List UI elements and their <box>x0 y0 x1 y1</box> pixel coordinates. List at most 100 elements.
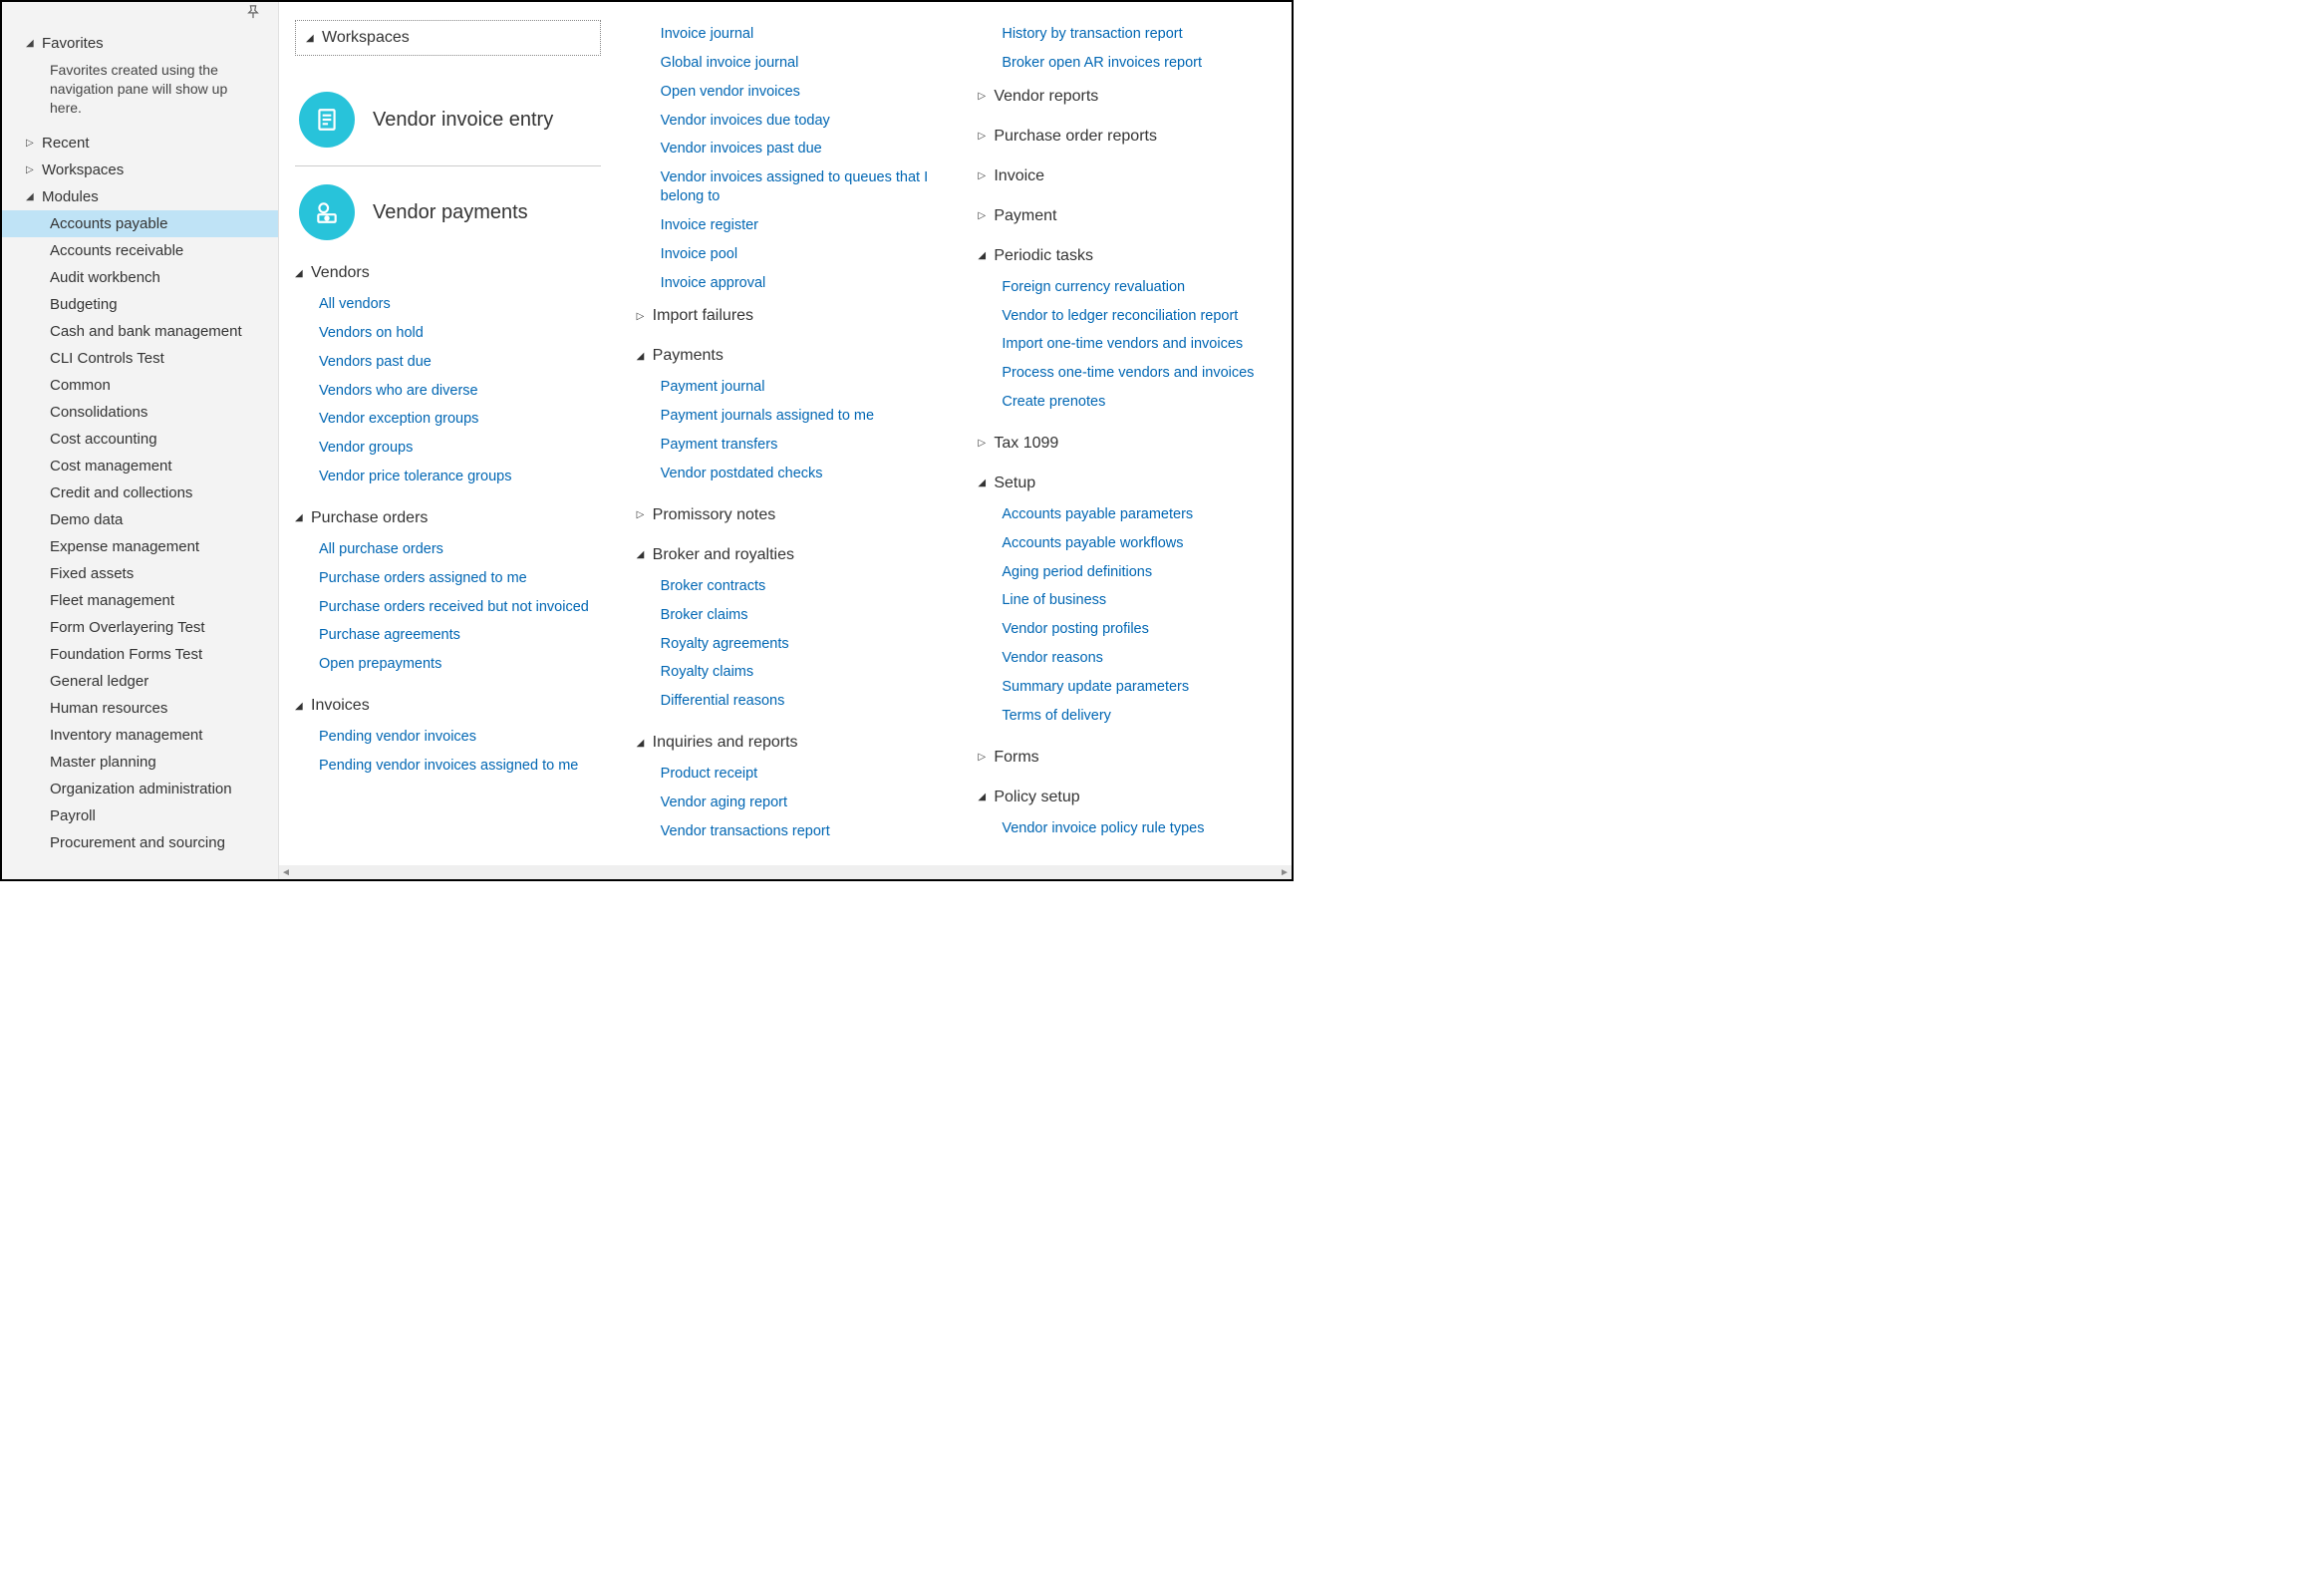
group-header[interactable]: ▷Promissory notes <box>637 502 943 528</box>
group-header[interactable]: ◢Broker and royalties <box>637 542 943 568</box>
nav-link[interactable]: Broker open AR invoices report <box>1002 49 1284 78</box>
nav-link[interactable]: Accounts payable workflows <box>1002 529 1284 558</box>
nav-link[interactable]: Invoice pool <box>661 240 943 269</box>
nav-link[interactable]: Vendor posting profiles <box>1002 615 1284 644</box>
nav-link[interactable]: Import one-time vendors and invoices <box>1002 330 1284 359</box>
nav-link[interactable]: Invoice journal <box>661 20 943 49</box>
navigation-pane[interactable]: ◢Favorites Favorites created using the n… <box>2 2 279 879</box>
group-header[interactable]: ▷Purchase order reports <box>978 124 1284 150</box>
nav-link[interactable]: Open vendor invoices <box>661 78 943 107</box>
nav-link[interactable]: Vendor reasons <box>1002 644 1284 673</box>
nav-link[interactable]: Create prenotes <box>1002 388 1284 417</box>
group-header[interactable]: ▷Invoice <box>978 163 1284 189</box>
nav-link[interactable]: Vendor groups <box>319 434 601 463</box>
module-item[interactable]: Master planning <box>2 749 278 776</box>
nav-link[interactable]: Royalty agreements <box>661 630 943 659</box>
nav-favorites[interactable]: ◢Favorites <box>2 30 278 57</box>
nav-link[interactable]: Accounts payable parameters <box>1002 500 1284 529</box>
module-item[interactable]: Human resources <box>2 695 278 722</box>
module-item[interactable]: Credit and collections <box>2 479 278 506</box>
nav-link[interactable]: Invoice register <box>661 211 943 240</box>
nav-workspaces[interactable]: ▷Workspaces <box>2 157 278 183</box>
group-header[interactable]: ▷Vendor reports <box>978 84 1284 110</box>
module-item[interactable]: Accounts payable <box>2 210 278 237</box>
scroll-left-button[interactable]: ◄ <box>279 865 293 879</box>
scroll-right-button[interactable]: ► <box>1278 865 1292 879</box>
nav-link[interactable]: Payment transfers <box>661 431 943 460</box>
nav-link[interactable]: Broker claims <box>661 601 943 630</box>
workspaces-header[interactable]: ◢Workspaces <box>306 25 590 51</box>
module-item[interactable]: Fleet management <box>2 587 278 614</box>
nav-link[interactable]: Vendor invoice policy rule types <box>1002 814 1284 843</box>
group-header[interactable]: ◢Payments <box>637 343 943 369</box>
nav-link[interactable]: Vendor invoices due today <box>661 107 943 136</box>
nav-link[interactable]: Summary update parameters <box>1002 673 1284 702</box>
nav-link[interactable]: Purchase orders assigned to me <box>319 564 601 593</box>
nav-link[interactable]: Vendor postdated checks <box>661 460 943 488</box>
nav-link[interactable]: Payment journal <box>661 373 943 402</box>
module-item[interactable]: Cash and bank management <box>2 318 278 345</box>
module-item[interactable]: Organization administration <box>2 776 278 802</box>
group-header[interactable]: ◢Inquiries and reports <box>637 730 943 756</box>
group-header[interactable]: ▷Tax 1099 <box>978 431 1284 457</box>
module-item[interactable]: Expense management <box>2 533 278 560</box>
module-item[interactable]: Inventory management <box>2 722 278 749</box>
module-item[interactable]: Common <box>2 372 278 399</box>
module-item[interactable]: Consolidations <box>2 399 278 426</box>
nav-link[interactable]: All vendors <box>319 290 601 319</box>
nav-link[interactable]: Purchase orders received but not invoice… <box>319 593 601 622</box>
nav-link[interactable]: Vendor to ledger reconciliation report <box>1002 302 1284 331</box>
group-header[interactable]: ▷Import failures <box>637 303 943 329</box>
group-header[interactable]: ◢Vendors <box>295 260 601 286</box>
group-header[interactable]: ◢Invoices <box>295 693 601 719</box>
nav-link[interactable]: Vendor price tolerance groups <box>319 463 601 491</box>
module-item[interactable]: Cost management <box>2 453 278 479</box>
nav-link[interactable]: Vendor invoices past due <box>661 135 943 163</box>
workspace-tile[interactable]: Vendor payments <box>295 170 601 254</box>
group-header[interactable]: ◢Setup <box>978 471 1284 496</box>
nav-link[interactable]: Terms of delivery <box>1002 702 1284 731</box>
nav-link[interactable]: Product receipt <box>661 760 943 789</box>
module-item[interactable]: CLI Controls Test <box>2 345 278 372</box>
module-item[interactable]: Cost accounting <box>2 426 278 453</box>
nav-link[interactable]: Vendor invoices assigned to queues that … <box>661 163 943 211</box>
nav-link[interactable]: History by transaction report <box>1002 20 1284 49</box>
nav-link[interactable]: Aging period definitions <box>1002 558 1284 587</box>
nav-link[interactable]: Foreign currency revaluation <box>1002 273 1284 302</box>
module-item[interactable]: Audit workbench <box>2 264 278 291</box>
nav-link[interactable]: Invoice approval <box>661 269 943 298</box>
nav-link[interactable]: Royalty claims <box>661 658 943 687</box>
nav-link[interactable]: Vendors who are diverse <box>319 377 601 406</box>
nav-link[interactable]: Purchase agreements <box>319 621 601 650</box>
nav-link[interactable]: Pending vendor invoices <box>319 723 601 752</box>
nav-link[interactable]: All purchase orders <box>319 535 601 564</box>
workspace-tile[interactable]: Vendor invoice entry <box>295 78 601 161</box>
nav-link[interactable]: Global invoice journal <box>661 49 943 78</box>
nav-modules[interactable]: ◢Modules <box>2 183 278 210</box>
group-header[interactable]: ▷Payment <box>978 203 1284 229</box>
nav-link[interactable]: Line of business <box>1002 586 1284 615</box>
horizontal-scrollbar[interactable]: ◄ ► <box>279 865 1292 879</box>
nav-link[interactable]: Vendors on hold <box>319 319 601 348</box>
nav-link[interactable]: Payment journals assigned to me <box>661 402 943 431</box>
nav-link[interactable]: Process one-time vendors and invoices <box>1002 359 1284 388</box>
module-item[interactable]: Demo data <box>2 506 278 533</box>
module-item[interactable]: Form Overlayering Test <box>2 614 278 641</box>
nav-link[interactable]: Broker contracts <box>661 572 943 601</box>
group-header[interactable]: ◢Purchase orders <box>295 505 601 531</box>
nav-link[interactable]: Differential reasons <box>661 687 943 716</box>
nav-link[interactable]: Open prepayments <box>319 650 601 679</box>
module-item[interactable]: Accounts receivable <box>2 237 278 264</box>
group-header[interactable]: ▷Forms <box>978 745 1284 771</box>
module-item[interactable]: Procurement and sourcing <box>2 829 278 856</box>
module-item[interactable]: General ledger <box>2 668 278 695</box>
nav-link[interactable]: Vendor exception groups <box>319 405 601 434</box>
scroll-track[interactable] <box>293 865 1278 879</box>
module-item[interactable]: Foundation Forms Test <box>2 641 278 668</box>
nav-link[interactable]: Vendors past due <box>319 348 601 377</box>
group-header[interactable]: ◢Policy setup <box>978 785 1284 810</box>
module-item[interactable]: Budgeting <box>2 291 278 318</box>
group-header[interactable]: ◢Periodic tasks <box>978 243 1284 269</box>
nav-link[interactable]: Pending vendor invoices assigned to me <box>319 752 601 781</box>
nav-recent[interactable]: ▷Recent <box>2 130 278 157</box>
